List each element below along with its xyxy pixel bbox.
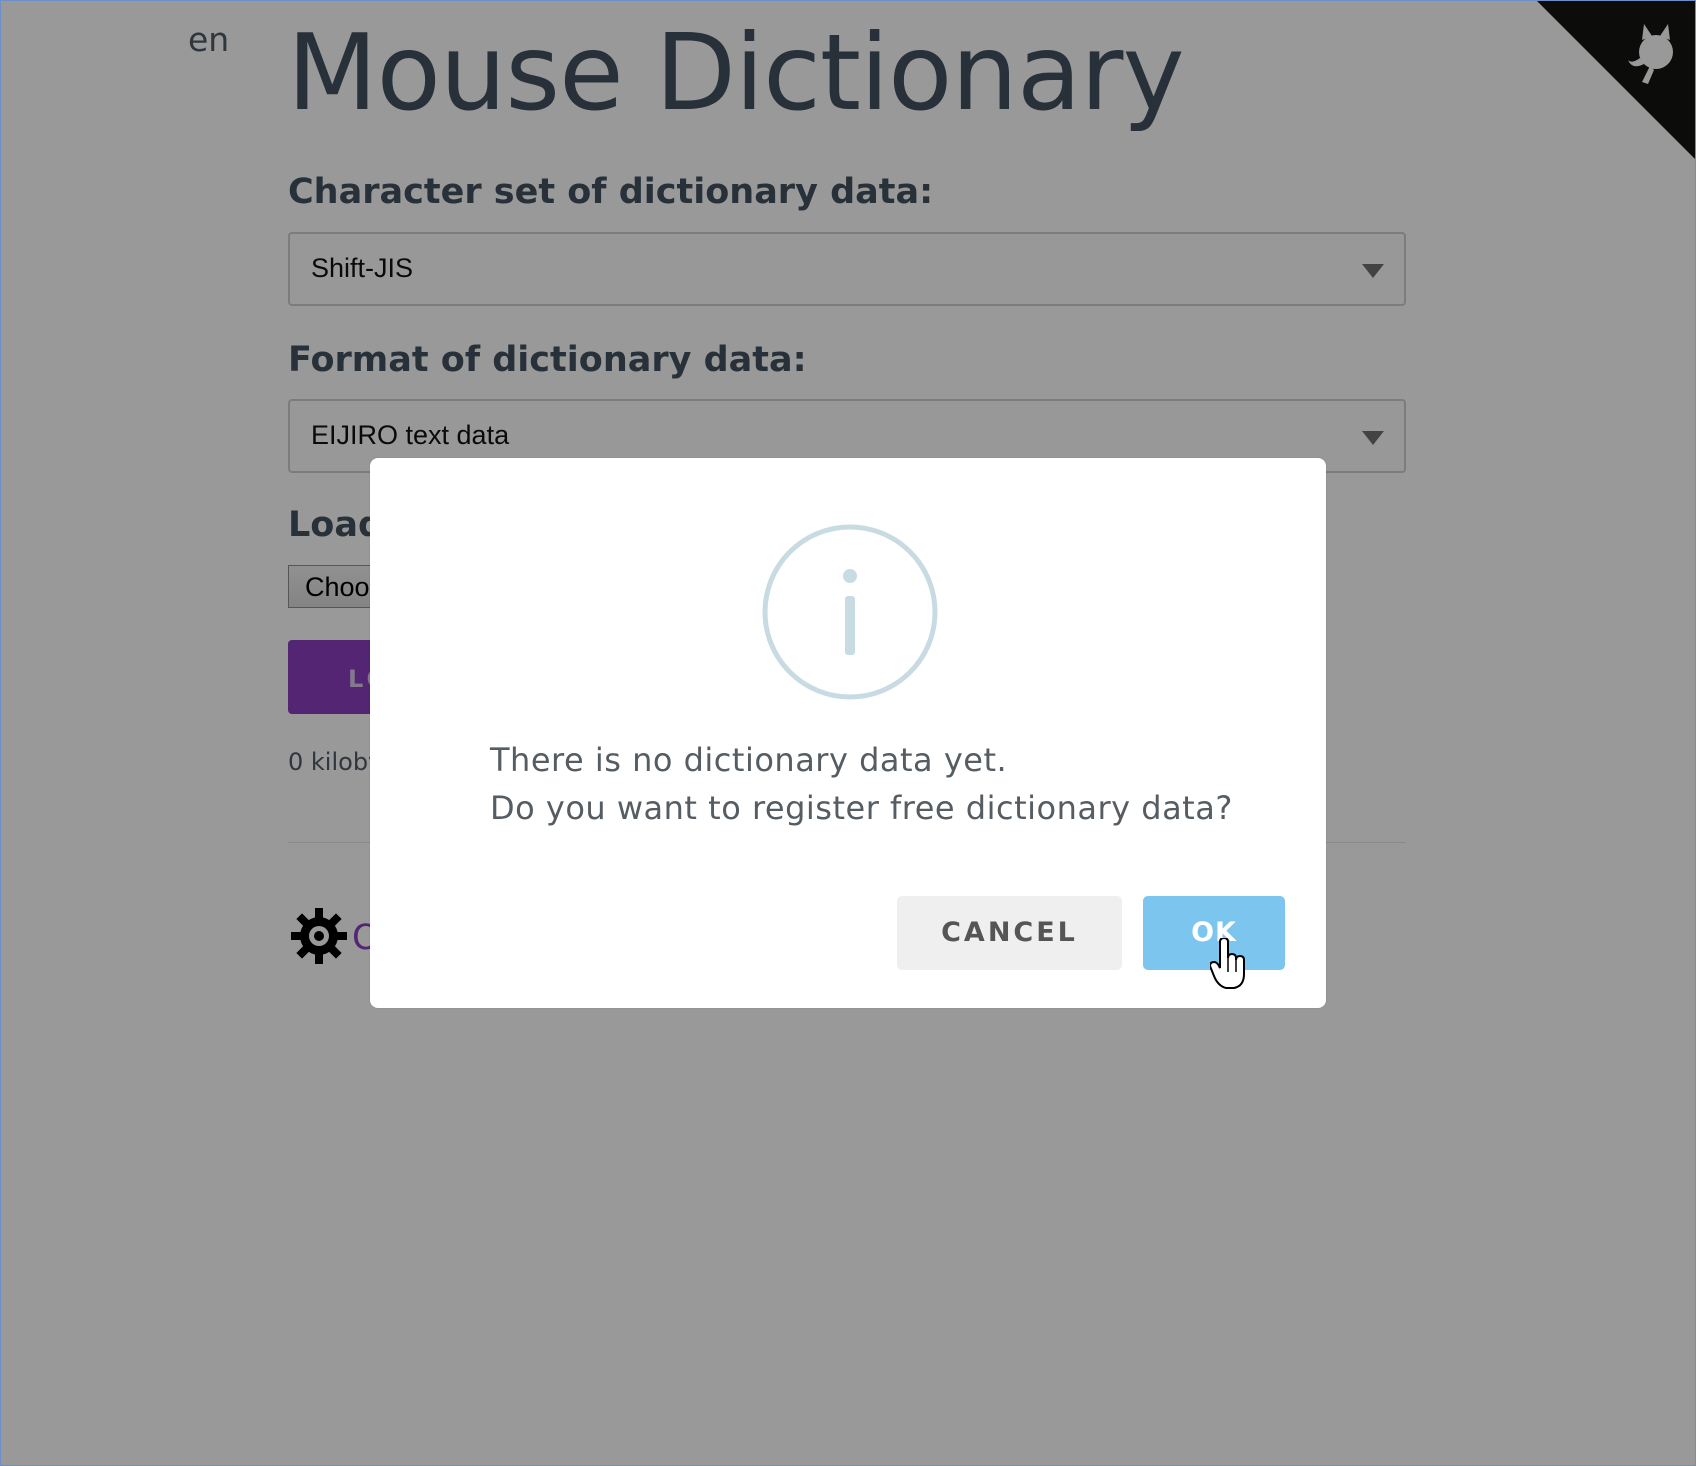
info-icon (762, 524, 938, 700)
dialog-message-line: Do you want to register free dictionary … (490, 789, 1233, 827)
cancel-button[interactable]: CANCEL (897, 896, 1122, 970)
dialog-message-line: There is no dictionary data yet. (490, 741, 1008, 779)
dialog-message: There is no dictionary data yet. Do you … (490, 736, 1250, 832)
confirm-dialog: There is no dictionary data yet. Do you … (370, 458, 1326, 1008)
hand-cursor-icon (1210, 938, 1245, 989)
